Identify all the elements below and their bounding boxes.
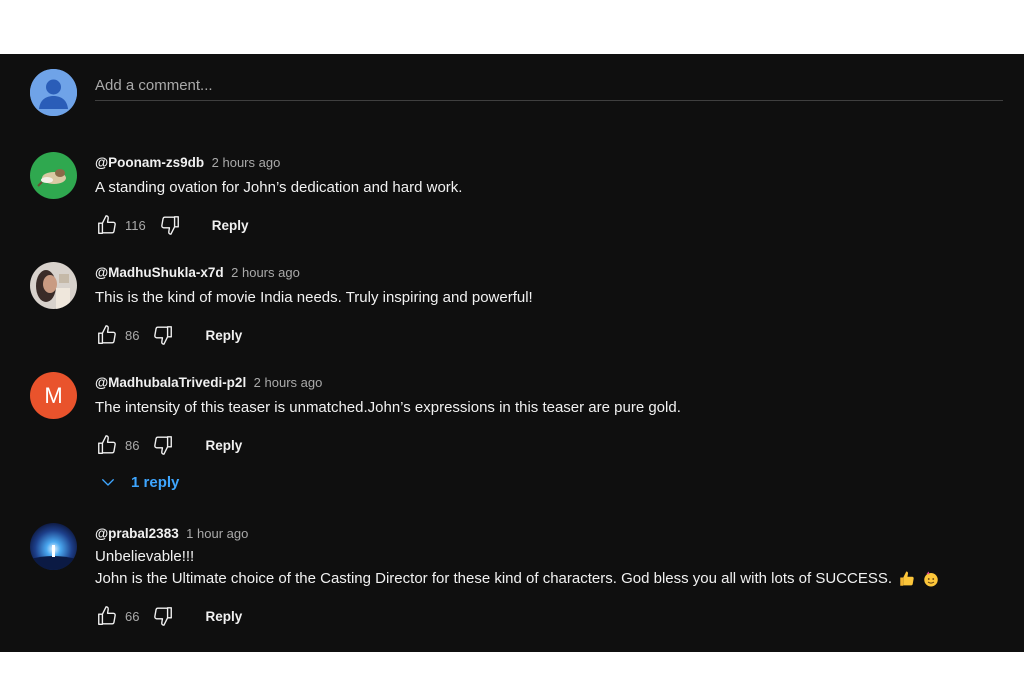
- like-button[interactable]: [95, 323, 119, 347]
- comments-panel: @Poonam-zs9db 2 hours ago A standing ova…: [0, 54, 1024, 652]
- comment-author[interactable]: @MadhubalaTrivedi-p2l: [95, 375, 246, 390]
- comment-text: The intensity of this teaser is unmatche…: [95, 399, 681, 416]
- dislike-button[interactable]: [151, 604, 175, 628]
- comment-timestamp[interactable]: 2 hours ago: [212, 155, 281, 170]
- thumbs-down-icon: [160, 216, 179, 235]
- avatar[interactable]: [30, 523, 77, 570]
- reply-button[interactable]: Reply: [212, 218, 249, 233]
- view-replies-button[interactable]: 1 reply: [99, 473, 1015, 491]
- comment-timestamp[interactable]: 2 hours ago: [254, 375, 323, 390]
- replies-count-label: 1 reply: [131, 473, 180, 491]
- like-count: 86: [125, 327, 140, 343]
- profile-picture: [30, 152, 77, 199]
- like-button[interactable]: [95, 604, 119, 628]
- comment-timestamp[interactable]: 2 hours ago: [231, 265, 300, 280]
- reply-button[interactable]: Reply: [205, 609, 242, 624]
- reply-button[interactable]: Reply: [205, 438, 242, 453]
- comment-text: This is the kind of movie India needs. T…: [95, 289, 533, 306]
- avatar[interactable]: M: [30, 372, 77, 419]
- like-button[interactable]: [95, 213, 119, 237]
- like-count: 86: [125, 437, 140, 453]
- thumbs-down-icon: [154, 326, 173, 345]
- dislike-button[interactable]: [151, 433, 175, 457]
- thumbs-up-emoji: [900, 571, 914, 586]
- comment-author[interactable]: @Poonam-zs9db: [95, 155, 204, 170]
- comment-author[interactable]: @prabal2383: [95, 526, 179, 541]
- dislike-button[interactable]: [151, 323, 175, 347]
- thumbs-down-icon: [154, 607, 173, 626]
- add-comment-input[interactable]: [95, 71, 1003, 101]
- chevron-down-icon: [102, 479, 114, 486]
- comment-timestamp[interactable]: 1 hour ago: [186, 526, 248, 541]
- like-count: 116: [125, 217, 146, 233]
- comment-text: A standing ovation for John’s dedication…: [95, 179, 463, 196]
- like-button[interactable]: [95, 433, 119, 457]
- like-count: 66: [125, 608, 140, 624]
- user-avatar-icon: [30, 69, 77, 116]
- profile-picture: [30, 262, 77, 309]
- comment-author[interactable]: @MadhuShukla-x7d: [95, 265, 224, 280]
- avatar-initial: M: [44, 382, 63, 408]
- comment-text-line1: Unbelievable!!!: [95, 548, 195, 565]
- thumbs-up-icon: [98, 325, 116, 344]
- dislike-button[interactable]: [158, 213, 182, 237]
- profile-picture: [30, 523, 77, 570]
- current-user-avatar[interactable]: [30, 69, 77, 116]
- thumbs-down-icon: [154, 436, 173, 455]
- thumbs-up-icon: [98, 215, 116, 234]
- avatar[interactable]: [30, 262, 77, 309]
- thumbs-up-icon: [98, 435, 116, 454]
- comment-text-line2-row: John is the Ultimate choice of the Casti…: [95, 568, 1015, 590]
- thumbs-up-icon: [98, 606, 116, 625]
- reply-button[interactable]: Reply: [205, 328, 242, 343]
- avatar[interactable]: [30, 152, 77, 199]
- add-comment-row: [30, 69, 1005, 119]
- face-emoji: [924, 571, 939, 587]
- comment-text-line2: John is the Ultimate choice of the Casti…: [95, 570, 893, 587]
